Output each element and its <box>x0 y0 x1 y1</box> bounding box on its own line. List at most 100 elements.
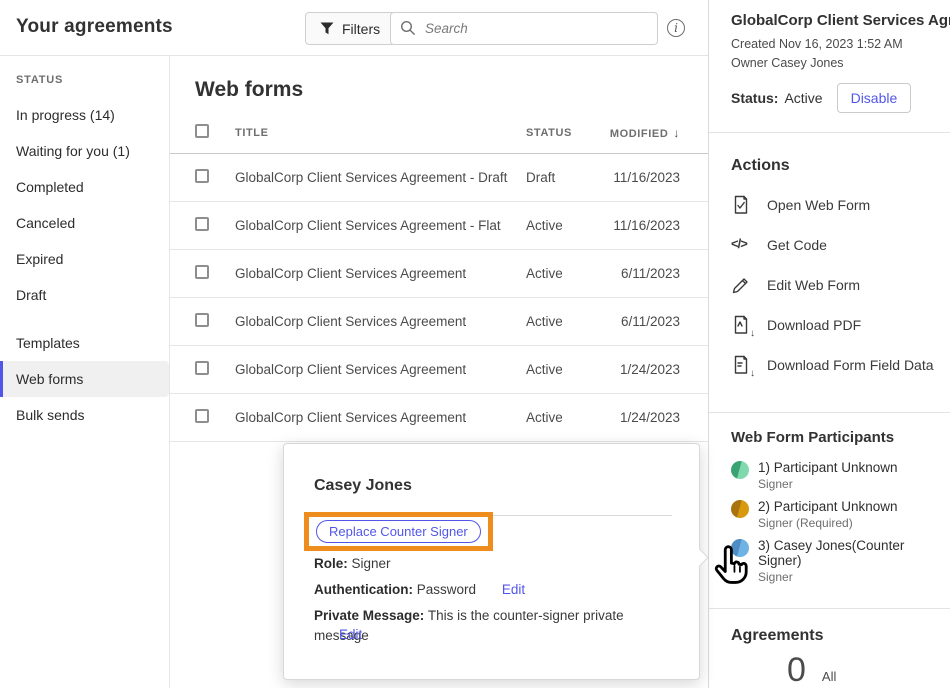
sidebar-gap <box>0 313 169 325</box>
download-form-field-data-icon: ↓ <box>731 355 751 375</box>
table-row: GlobalCorp Client Services Agreement - F… <box>170 202 708 250</box>
action-label: Download Form Field Data <box>767 357 934 373</box>
sort-descending-icon[interactable]: ↓ <box>673 126 680 140</box>
participants-title: Web Form Participants <box>731 429 936 446</box>
sidebar-item-in-progress[interactable]: In progress (14) <box>0 97 169 133</box>
row-checkbox[interactable] <box>195 409 209 423</box>
actions-section: Actions Open Web Form </> Get Code Edi <box>709 157 950 412</box>
agreements-section: Agreements 0 All <box>709 627 950 688</box>
participants-list: 1) Participant Unknown Signer 2) Partici… <box>731 460 936 608</box>
row-checkbox[interactable] <box>195 313 209 327</box>
participant-item[interactable]: 2) Participant Unknown Signer (Required) <box>731 499 936 530</box>
row-title[interactable]: GlobalCorp Client Services Agreement <box>235 314 526 329</box>
role-line: Role: Signer <box>314 554 391 574</box>
sidebar-status-list: In progress (14) Waiting for you (1) Com… <box>0 97 169 313</box>
sidebar-item-bulk-sends[interactable]: Bulk sends <box>0 397 169 433</box>
sidebar-item-web-forms[interactable]: Web forms <box>0 361 169 397</box>
row-checkbox[interactable] <box>195 361 209 375</box>
table-row: GlobalCorp Client Services Agreement Act… <box>170 250 708 298</box>
participant-item[interactable]: 1) Participant Unknown Signer <box>731 460 936 491</box>
row-title[interactable]: GlobalCorp Client Services Agreement <box>235 410 526 425</box>
participant-avatar <box>731 461 749 479</box>
actions-list: Open Web Form </> Get Code Edit Web Form… <box>731 195 936 412</box>
download-arrow-icon: ↓ <box>750 369 755 379</box>
row-status: Active <box>526 362 588 377</box>
panel-divider <box>709 132 950 133</box>
row-checkbox[interactable] <box>195 169 209 183</box>
participants-section: Web Form Participants 1) Participant Unk… <box>709 429 950 608</box>
table-row: GlobalCorp Client Services Agreement Act… <box>170 394 708 442</box>
status-value: Active <box>784 90 822 106</box>
row-title[interactable]: GlobalCorp Client Services Agreement - F… <box>235 218 526 233</box>
open-web-form-icon <box>731 195 751 215</box>
status-row: Status: Active Disable <box>731 83 950 113</box>
edit-private-message-link[interactable]: Edit <box>339 627 362 642</box>
action-download-form-field-data[interactable]: ↓ Download Form Field Data <box>731 355 936 375</box>
action-label: Get Code <box>767 237 827 253</box>
row-checkbox[interactable] <box>195 217 209 231</box>
action-download-pdf[interactable]: ↓ Download PDF <box>731 315 936 335</box>
participant-avatar <box>731 539 749 557</box>
agreements-title: Agreements <box>731 627 936 645</box>
sidebar-item-templates[interactable]: Templates <box>0 325 169 361</box>
action-open-web-form[interactable]: Open Web Form <box>731 195 936 215</box>
row-status: Active <box>526 218 588 233</box>
column-header-status[interactable]: STATUS <box>526 127 588 139</box>
search-input[interactable] <box>390 12 658 45</box>
disable-button[interactable]: Disable <box>837 83 912 113</box>
table-header: TITLE STATUS MODIFIED↓ <box>170 112 708 154</box>
participant-name: 3) Casey Jones(Counter Signer) <box>758 538 936 568</box>
info-icon[interactable]: i <box>667 19 685 37</box>
counter-signer-popup: Casey Jones Replace Counter Signer Role:… <box>283 443 700 680</box>
edit-authentication-link[interactable]: Edit <box>502 582 525 597</box>
row-title[interactable]: GlobalCorp Client Services Agreement <box>235 362 526 377</box>
actions-title: Actions <box>731 157 936 175</box>
replace-counter-signer-button[interactable]: Replace Counter Signer <box>316 520 481 543</box>
download-arrow-icon: ↓ <box>750 329 755 339</box>
panel-divider <box>709 608 950 609</box>
download-pdf-icon: ↓ <box>731 315 751 335</box>
role-label: Role: <box>314 556 348 571</box>
filters-label: Filters <box>342 21 380 37</box>
search-icon <box>400 20 416 36</box>
sidebar-item-completed[interactable]: Completed <box>0 169 169 205</box>
action-label: Edit Web Form <box>767 277 860 293</box>
filters-button[interactable]: Filters <box>305 12 395 45</box>
authentication-label: Authentication: <box>314 582 413 597</box>
sidebar-item-draft[interactable]: Draft <box>0 277 169 313</box>
sidebar-bottom-list: Templates Web forms Bulk sends <box>0 325 169 433</box>
column-header-modified[interactable]: MODIFIED↓ <box>588 126 680 140</box>
action-label: Download PDF <box>767 317 861 333</box>
participant-role: Signer (Required) <box>758 516 898 530</box>
action-edit-web-form[interactable]: Edit Web Form <box>731 275 936 295</box>
panel-divider <box>709 412 950 413</box>
sidebar-item-canceled[interactable]: Canceled <box>0 205 169 241</box>
agreements-all-label[interactable]: All <box>822 669 836 684</box>
sidebar-item-expired[interactable]: Expired <box>0 241 169 277</box>
sidebar-section-status-label: STATUS <box>16 74 169 86</box>
private-message-label: Private Message: <box>314 608 424 623</box>
row-modified: 6/11/2023 <box>588 314 680 329</box>
web-forms-title: Web forms <box>195 78 708 102</box>
acrobat-sign-app: Your agreements Filters i STATUS In prog… <box>0 0 950 688</box>
status-label: Status: <box>731 90 778 106</box>
participant-item-counter-signer[interactable]: 3) Casey Jones(Counter Signer) Signer <box>731 538 936 584</box>
filter-funnel-icon <box>320 22 334 35</box>
page-title: Your agreements <box>16 16 173 38</box>
edit-pencil-icon <box>731 275 751 295</box>
agreements-count: 0 <box>787 651 806 688</box>
annotation-highlight-box: Replace Counter Signer <box>304 512 493 551</box>
participant-name: 2) Participant Unknown <box>758 499 898 514</box>
select-all-checkbox[interactable] <box>195 124 209 138</box>
agreement-detail-panel: GlobalCorp Client Services Agreement Cre… <box>708 0 950 688</box>
authentication-value: Password <box>417 582 476 597</box>
sidebar: STATUS In progress (14) Waiting for you … <box>0 56 170 688</box>
row-title[interactable]: GlobalCorp Client Services Agreement <box>235 266 526 281</box>
action-get-code[interactable]: </> Get Code <box>731 235 936 255</box>
row-checkbox[interactable] <box>195 265 209 279</box>
sidebar-item-waiting-for-you[interactable]: Waiting for you (1) <box>0 133 169 169</box>
search-box <box>390 12 658 45</box>
row-title[interactable]: GlobalCorp Client Services Agreement - D… <box>235 170 526 185</box>
column-header-title[interactable]: TITLE <box>235 127 526 139</box>
get-code-icon: </> <box>731 235 751 255</box>
